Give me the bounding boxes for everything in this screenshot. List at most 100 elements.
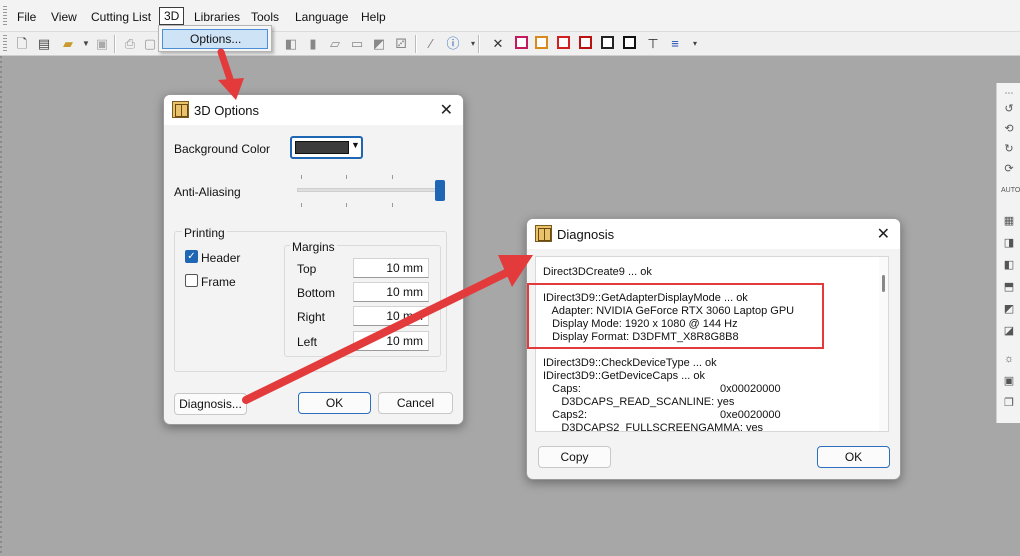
open-dropdown-icon[interactable]: ▼ xyxy=(78,36,94,52)
view-front-icon[interactable]: ▦ xyxy=(1001,213,1017,229)
menu-view[interactable]: View xyxy=(47,8,81,26)
diagnosis-title-bar: Diagnosis ✕ xyxy=(527,219,900,249)
print-icon[interactable]: ⎙ xyxy=(122,36,138,52)
plane-view-icon[interactable]: ▱ xyxy=(327,36,343,52)
explode-view-icon[interactable]: ⚂ xyxy=(393,36,409,52)
menu-language[interactable]: Language xyxy=(291,8,352,26)
diagnosis-line: Caps2: xyxy=(543,409,588,421)
cancel-button[interactable]: Cancel xyxy=(378,392,453,414)
menu-item-options[interactable]: Options... xyxy=(162,29,268,49)
header-checkbox[interactable]: ✓ xyxy=(185,250,198,263)
tools-icon[interactable]: ✕ xyxy=(490,36,506,52)
layout-view-icon[interactable]: ▭ xyxy=(349,36,365,52)
diagnosis-title: Diagnosis xyxy=(557,227,615,242)
margin-left-field[interactable]: 10 mm xyxy=(353,331,429,351)
app-icon xyxy=(172,101,189,118)
info-icon[interactable]: ⓘ xyxy=(445,36,461,52)
frame-red-icon[interactable] xyxy=(557,36,570,49)
print-preview-icon[interactable]: ▢ xyxy=(142,36,158,52)
diagnosis-line: IDirect3D9::GetDeviceCaps ... ok xyxy=(543,370,706,382)
cube-view-icon[interactable]: ◧ xyxy=(283,36,299,52)
frame-black-icon[interactable] xyxy=(601,36,614,49)
slider-thumb[interactable] xyxy=(435,180,445,201)
scrollbar[interactable] xyxy=(879,257,888,431)
menu-help[interactable]: Help xyxy=(357,8,390,26)
auto-rotate-icon[interactable]: AUTO xyxy=(1001,183,1020,199)
frame-dot-icon[interactable] xyxy=(623,36,636,49)
toolbar-grip-icon[interactable]: ⋯ xyxy=(1001,85,1017,101)
frame-checkbox[interactable] xyxy=(185,274,198,287)
slider-tick xyxy=(301,175,302,179)
frame-red-split-icon[interactable] xyxy=(579,36,592,49)
new-project-icon[interactable]: ▤ xyxy=(36,36,52,52)
view-top-icon[interactable]: ⬒ xyxy=(1001,279,1017,295)
view-side-toolbar: ⋯ ↺ ⟲ ↻ ⟳ AUTO ▦ ◨ ◧ ⬒ ◩ ◪ ☼ ▣ ❐ xyxy=(996,83,1020,423)
view-iso-icon[interactable]: ◩ xyxy=(1001,301,1017,317)
frame-magenta-icon[interactable] xyxy=(515,36,528,49)
app-icon xyxy=(535,225,552,242)
margin-bottom-field[interactable]: 10 mm xyxy=(353,282,429,302)
options-title: 3D Options xyxy=(194,103,260,118)
stripes-icon[interactable]: ≡ xyxy=(667,36,683,52)
toolbar-separator xyxy=(114,35,116,53)
toolbar-overflow-icon-2[interactable]: ▾ xyxy=(687,36,703,52)
margins-label: Margins xyxy=(290,240,337,254)
margin-left-label: Left xyxy=(297,335,318,349)
close-icon[interactable]: ✕ xyxy=(877,224,890,244)
margin-bottom-label: Bottom xyxy=(297,286,336,300)
menu-cutting-list[interactable]: Cutting List xyxy=(87,8,155,26)
light-bulb-icon[interactable]: ☼ xyxy=(1001,351,1017,367)
ok-button[interactable]: OK xyxy=(817,446,890,468)
rotate-left-icon[interactable]: ↺ xyxy=(1001,101,1017,117)
menu-bar: File View Cutting List 3D Libraries Tool… xyxy=(0,0,1020,32)
caps-value: 0x00020000 xyxy=(720,383,781,395)
margin-top-field[interactable]: 10 mm xyxy=(353,258,429,278)
frame-label: Frame xyxy=(201,275,236,289)
close-icon[interactable]: ✕ xyxy=(440,100,453,120)
rotate-down-icon[interactable]: ⟳ xyxy=(1001,161,1017,177)
copy-button[interactable]: Copy xyxy=(538,446,611,468)
view-copy-icon[interactable]: ❐ xyxy=(1001,395,1017,411)
header-label: Header xyxy=(201,251,241,265)
menu-grip[interactable] xyxy=(3,6,7,26)
view-right-icon[interactable]: ◨ xyxy=(1001,235,1017,251)
slider-tick xyxy=(392,203,393,207)
scrollbar-thumb[interactable] xyxy=(882,275,885,292)
diagnosis-dialog: Diagnosis ✕ Direct3DCreate9 ... ok IDire… xyxy=(526,218,901,480)
margin-right-label: Right xyxy=(297,310,326,324)
toolbar-grip[interactable] xyxy=(3,35,7,53)
left-ruler xyxy=(0,56,2,556)
options-title-bar: 3D Options ✕ xyxy=(164,95,463,125)
view-iso2-icon[interactable]: ◪ xyxy=(1001,323,1017,339)
clamp-icon[interactable]: ⊤ xyxy=(645,36,661,52)
menu-file[interactable]: File xyxy=(13,8,40,26)
toolbar-separator xyxy=(415,35,417,53)
margin-right-field[interactable]: 10 mm xyxy=(353,306,429,326)
save-icon[interactable]: ▣ xyxy=(94,36,110,52)
ok-button[interactable]: OK xyxy=(298,392,371,414)
3d-menu-dropdown: Options... xyxy=(158,25,272,52)
diagnosis-line: Direct3DCreate9 ... ok xyxy=(543,266,652,278)
diagnosis-button[interactable]: Diagnosis... xyxy=(174,393,247,415)
menu-libraries[interactable]: Libraries xyxy=(190,8,244,26)
box-view-icon[interactable]: ◩ xyxy=(371,36,387,52)
rotate-right-icon[interactable]: ↻ xyxy=(1001,141,1017,157)
cylinder-view-icon[interactable]: ▮ xyxy=(305,36,321,52)
slider-track xyxy=(297,188,443,192)
slider-tick xyxy=(301,203,302,207)
frame-orange-icon[interactable] xyxy=(535,36,548,49)
background-color-picker[interactable]: ▼ xyxy=(290,136,363,159)
caps2-value: 0xe0020000 xyxy=(720,409,781,421)
open-folder-icon[interactable]: ▰ xyxy=(60,36,76,52)
printing-label: Printing xyxy=(182,226,227,240)
diagnosis-line: Caps: xyxy=(543,383,581,395)
menu-3d[interactable]: 3D xyxy=(159,7,185,25)
rotate-up-icon[interactable]: ⟲ xyxy=(1001,121,1017,137)
new-file-icon[interactable]: 🗋 xyxy=(14,36,30,52)
view-box-icon[interactable]: ▣ xyxy=(1001,373,1017,389)
wand-icon[interactable]: ⁄ xyxy=(423,36,439,52)
diagnosis-line: IDirect3D9::CheckDeviceType ... ok xyxy=(543,357,717,369)
menu-tools[interactable]: Tools xyxy=(247,8,283,26)
slider-tick xyxy=(346,175,347,179)
view-left-icon[interactable]: ◧ xyxy=(1001,257,1017,273)
